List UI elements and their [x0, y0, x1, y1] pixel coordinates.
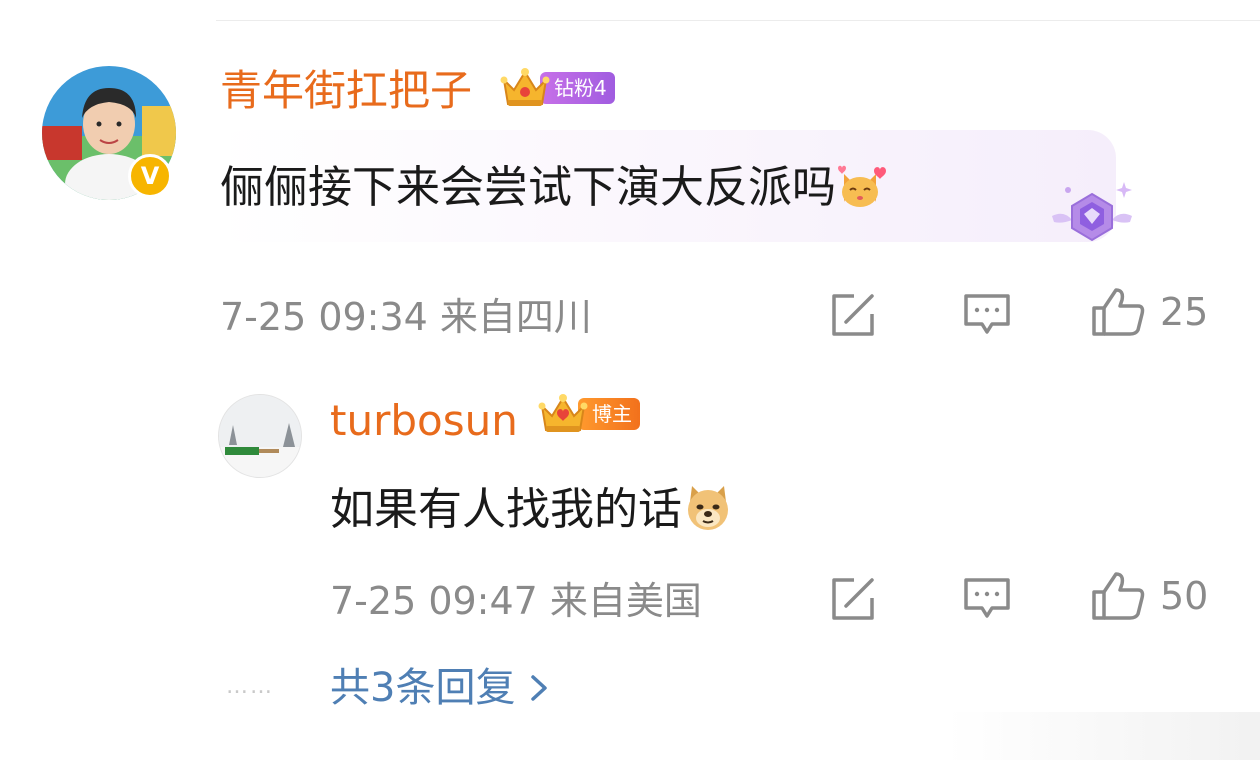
like-button[interactable]: 25	[1090, 286, 1208, 338]
thread-dots: ……	[226, 674, 274, 699]
doge-emoji	[688, 486, 728, 530]
comment-button[interactable]	[962, 292, 1012, 338]
cat-heart-emoji	[838, 165, 886, 207]
comment-icon	[964, 578, 1010, 618]
reply-meta: 7-25 09:47 来自美国	[330, 579, 702, 623]
comment-icon	[964, 294, 1010, 334]
fan-level-badge[interactable]: 钻粉4	[500, 68, 615, 108]
comment-body: 俪俪接下来会尝试下演大反派吗	[220, 162, 836, 213]
reply-like-button[interactable]: 50	[1090, 570, 1208, 622]
reply-comment-button[interactable]	[962, 576, 1012, 622]
username[interactable]: 青年街扛把子	[220, 70, 472, 112]
reply-share-button[interactable]	[828, 576, 878, 622]
reply-text: 如果有人找我的话	[330, 482, 734, 532]
like-count: 25	[1160, 290, 1209, 334]
reply-avatar[interactable]	[218, 394, 302, 478]
fan-badge-label: 钻粉4	[540, 72, 615, 104]
comment-meta: 7-25 09:34 来自四川	[220, 295, 592, 339]
watermark	[946, 712, 1260, 760]
chevron-right-icon	[531, 675, 548, 701]
reply-like-count: 50	[1160, 574, 1209, 618]
divider	[216, 20, 1260, 21]
more-replies-label: 共3条回复	[330, 665, 516, 711]
blogger-badge[interactable]: 博主	[538, 394, 640, 434]
reply-body: 如果有人找我的话	[330, 484, 682, 535]
crown-icon	[500, 68, 550, 106]
reply-username[interactable]: turbosun	[330, 400, 518, 442]
more-replies-link[interactable]: 共3条回复	[330, 668, 549, 708]
verified-badge: V	[128, 154, 172, 198]
comment-text: 俪俪接下来会尝试下演大反派吗	[220, 162, 890, 210]
comment-thread: V 青年街扛把子 钻粉4 俪俪接下来会尝试下演大反派吗 7-25 09:34 来…	[0, 0, 1260, 760]
diamond-gem-icon	[1052, 182, 1132, 242]
like-icon	[1092, 288, 1145, 336]
share-icon	[832, 294, 874, 336]
like-icon	[1092, 572, 1145, 620]
crown-icon	[538, 394, 588, 432]
share-button[interactable]	[828, 292, 878, 338]
share-icon	[832, 578, 874, 620]
